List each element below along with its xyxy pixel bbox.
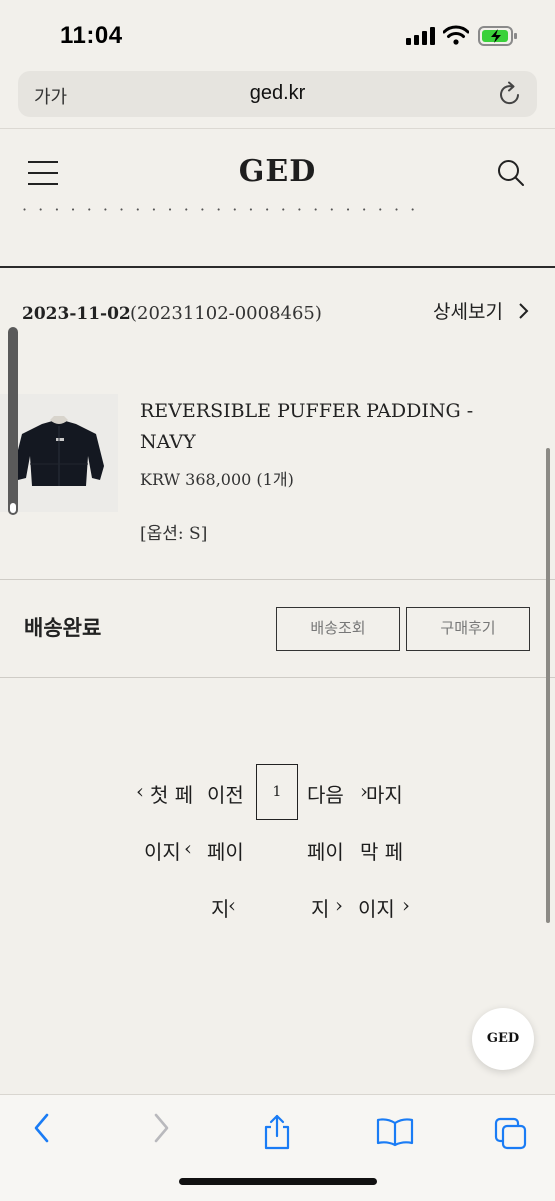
clipped-notice-text: · · · · · · · · · · · · · · · · · · · · … [22, 200, 419, 218]
order-date: 2023-11-02 [22, 304, 131, 324]
status-bar: 11:04 [0, 0, 555, 70]
home-indicator[interactable] [179, 1178, 377, 1185]
prev-page-label-1[interactable]: 이전 [207, 779, 244, 808]
chevron-left-icon[interactable]: ‹ [136, 779, 144, 803]
product-option: [옵션: S] [140, 524, 208, 544]
chevron-right-icon [519, 303, 529, 319]
section-divider [0, 579, 555, 580]
product-name[interactable]: REVERSIBLE PUFFER PADDING - NAVY [140, 396, 500, 458]
detail-link-label: 상세보기 [433, 301, 503, 323]
site-logo[interactable]: GED [0, 154, 555, 189]
address-bar[interactable]: 가가 ged.kr [18, 71, 537, 117]
search-icon[interactable] [496, 158, 526, 188]
chevron-right-icon[interactable]: › [335, 893, 343, 917]
first-page-label-3[interactable]: 지 [211, 893, 229, 922]
scroll-indicator[interactable] [8, 327, 18, 515]
first-page-label-2[interactable]: 이지 [144, 836, 181, 865]
chevron-left-icon[interactable]: ‹ [184, 836, 192, 860]
signal-icon [406, 27, 435, 45]
chevron-left-icon[interactable] [30, 1111, 54, 1145]
wifi-icon [443, 25, 469, 45]
last-page-label-1[interactable]: 마지 [366, 779, 403, 808]
last-page-label-2[interactable]: 막 페 [360, 836, 403, 865]
chevron-right-icon[interactable]: › [402, 893, 410, 917]
section-divider [0, 677, 555, 678]
write-review-button[interactable]: 구매후기 [406, 607, 530, 651]
product-price: KRW 368,000 (1개) [140, 470, 294, 489]
url-text[interactable]: ged.kr [18, 82, 537, 105]
chevron-left-icon[interactable]: ‹ [228, 893, 236, 917]
page-scrollbar[interactable] [546, 448, 550, 923]
shipping-status: 배송완료 [24, 615, 102, 640]
page-number-current[interactable]: 1 [256, 764, 298, 820]
tabs-icon[interactable] [494, 1117, 528, 1151]
chevron-right-icon[interactable] [149, 1111, 173, 1145]
next-page-label-1[interactable]: 다음 [307, 779, 344, 808]
prev-page-label-2[interactable]: 페이 [207, 836, 244, 865]
header-divider [0, 128, 555, 129]
detail-link[interactable]: 상세보기 [433, 297, 531, 324]
reload-icon[interactable] [497, 80, 523, 108]
book-icon[interactable] [376, 1117, 414, 1147]
order-number: (20231102-0008465) [130, 303, 322, 324]
floating-ged-button[interactable]: GED [472, 1008, 534, 1070]
share-icon[interactable] [261, 1113, 293, 1151]
next-page-label-2[interactable]: 페이 [307, 836, 344, 865]
next-page-label-3[interactable]: 지 [311, 893, 329, 922]
track-shipment-button[interactable]: 배송조회 [276, 607, 400, 651]
first-page-label-1[interactable]: 첫 페 [150, 779, 193, 808]
battery-icon [478, 26, 517, 46]
section-divider [0, 266, 555, 268]
last-page-label-3[interactable]: 이지 [358, 893, 395, 922]
status-time: 11:04 [60, 22, 123, 49]
